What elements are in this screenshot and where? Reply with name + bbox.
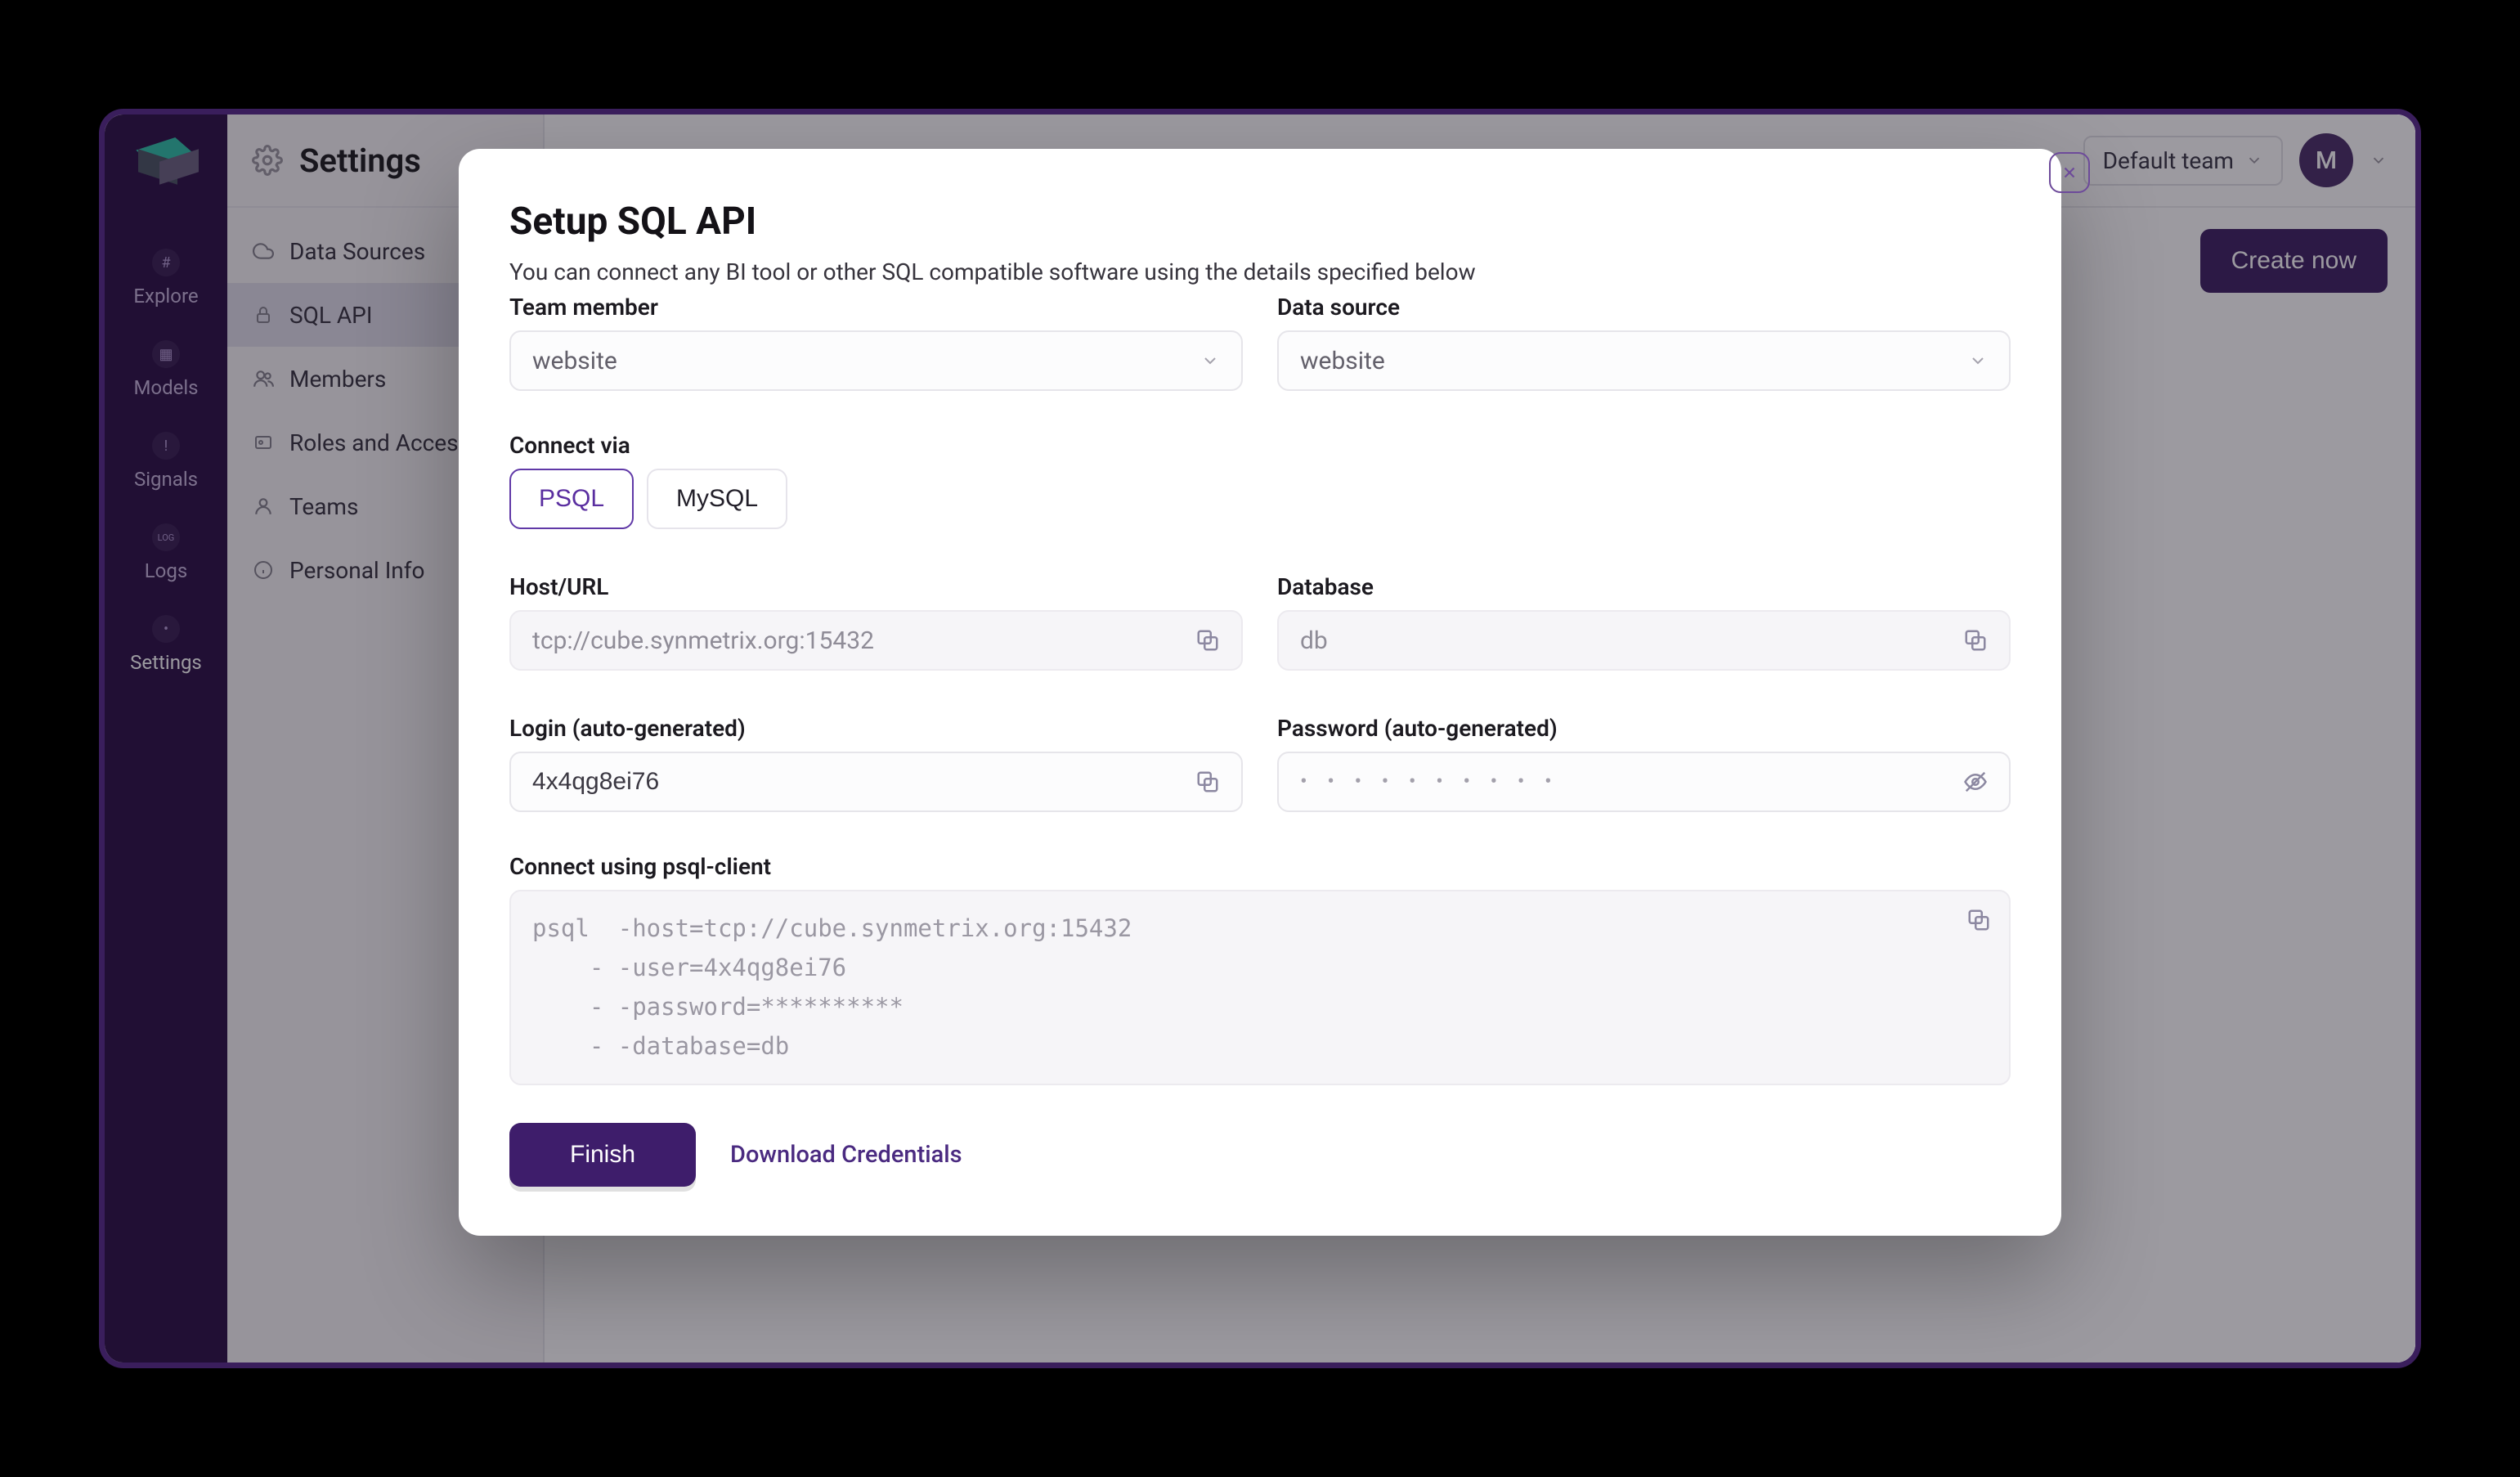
host-field: tcp://cube.synmetrix.org:15432	[509, 610, 1243, 671]
close-icon	[2060, 164, 2078, 182]
close-button[interactable]	[2049, 152, 2090, 193]
modal-overlay: Setup SQL API You can connect any BI too…	[105, 114, 2415, 1363]
finish-button[interactable]: Finish	[509, 1123, 696, 1187]
database-field: db	[1277, 610, 2011, 671]
password-label: Password (auto-generated)	[1277, 715, 2011, 742]
host-value: tcp://cube.synmetrix.org:15432	[532, 626, 874, 655]
setup-sql-api-modal: Setup SQL API You can connect any BI too…	[459, 149, 2061, 1236]
login-field[interactable]	[509, 752, 1243, 812]
copy-icon[interactable]	[1195, 628, 1220, 653]
psql-client-label: Connect using psql-client	[509, 853, 2011, 880]
login-input[interactable]	[532, 768, 1195, 796]
copy-icon[interactable]	[1966, 908, 1991, 932]
data-source-value: website	[1300, 347, 1385, 375]
connect-via-label: Connect via	[509, 432, 2011, 459]
data-source-label: Data source	[1277, 294, 2011, 321]
download-credentials-link[interactable]: Download Credentials	[730, 1141, 962, 1169]
team-member-label: Team member	[509, 294, 1243, 321]
copy-icon[interactable]	[1195, 770, 1220, 794]
chevron-down-icon	[1200, 351, 1220, 370]
psql-command: psql -host=tcp://cube.synmetrix.org:1543…	[532, 914, 1132, 1060]
psql-command-box: psql -host=tcp://cube.synmetrix.org:1543…	[509, 890, 2011, 1085]
password-field[interactable]: • • • • • • • • • •	[1277, 752, 2011, 812]
psql-option[interactable]: PSQL	[509, 469, 634, 529]
login-label: Login (auto-generated)	[509, 715, 1243, 742]
modal-title: Setup SQL API	[509, 200, 2011, 244]
copy-icon[interactable]	[1963, 628, 1988, 653]
mysql-option[interactable]: MySQL	[647, 469, 787, 529]
data-source-select[interactable]: website	[1277, 330, 2011, 391]
database-label: Database	[1277, 573, 2011, 600]
host-label: Host/URL	[509, 573, 1243, 600]
password-mask: • • • • • • • • • •	[1300, 770, 1559, 794]
eye-off-icon[interactable]	[1963, 770, 1988, 794]
database-value: db	[1300, 626, 1328, 655]
modal-subtitle: You can connect any BI tool or other SQL…	[509, 258, 2011, 285]
team-member-value: website	[532, 347, 617, 375]
chevron-down-icon	[1968, 351, 1988, 370]
team-member-select[interactable]: website	[509, 330, 1243, 391]
